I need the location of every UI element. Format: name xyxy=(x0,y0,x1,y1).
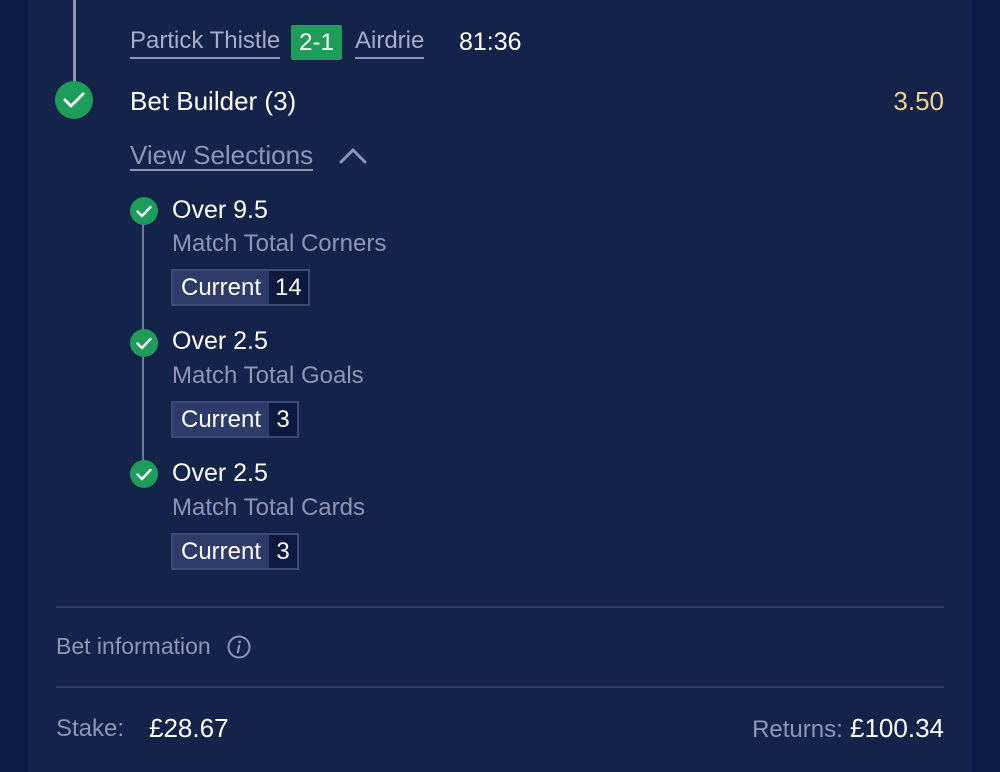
current-value: 14 xyxy=(269,271,308,304)
check-icon xyxy=(63,92,85,108)
selection-3-market: Match Total Cards xyxy=(172,494,365,521)
returns-label: Returns: xyxy=(752,716,843,743)
selection-1-current-badge: Current 14 xyxy=(171,269,310,306)
bet-builder-title: Bet Builder (3) xyxy=(130,86,297,116)
current-value: 3 xyxy=(269,403,298,436)
selection-2-title: Over 2.5 xyxy=(172,327,268,355)
returns-value: £100.34 xyxy=(850,713,944,743)
selection-3-title: Over 2.5 xyxy=(172,459,268,487)
match-clock: 81:36 xyxy=(459,28,522,56)
home-team-link[interactable]: Partick Thistle xyxy=(130,27,281,59)
selection-2-market: Match Total Goals xyxy=(172,362,364,389)
selection-3-check-icon xyxy=(130,460,158,488)
divider xyxy=(56,686,944,688)
stake-value: £28.67 xyxy=(149,713,229,743)
score-badge: 2-1 xyxy=(291,25,342,60)
stake-label: Stake: xyxy=(56,715,125,742)
selection-1-title: Over 9.5 xyxy=(172,196,268,224)
bet-won-check-icon xyxy=(55,81,93,119)
selection-2-current-badge: Current 3 xyxy=(171,401,300,438)
selection-2-check-icon xyxy=(130,329,158,357)
bet-information-label[interactable]: Bet information xyxy=(56,632,211,660)
current-label: Current xyxy=(181,538,262,565)
current-label: Current xyxy=(181,274,262,301)
divider xyxy=(56,606,944,608)
selection-1-market: Match Total Corners xyxy=(172,230,387,257)
bet-odds: 3.50 xyxy=(893,86,944,116)
away-team-link[interactable]: Airdrie xyxy=(355,27,425,59)
selection-1-check-icon xyxy=(130,197,158,225)
current-value: 3 xyxy=(269,535,298,568)
timeline-connector xyxy=(73,0,76,82)
info-icon[interactable] xyxy=(227,635,251,659)
current-label: Current xyxy=(181,406,262,433)
selection-3-current-badge: Current 3 xyxy=(171,533,300,570)
chevron-up-icon[interactable] xyxy=(338,143,368,167)
returns: Returns: £100.34 xyxy=(752,713,944,745)
view-selections-link[interactable]: View Selections xyxy=(130,139,313,171)
